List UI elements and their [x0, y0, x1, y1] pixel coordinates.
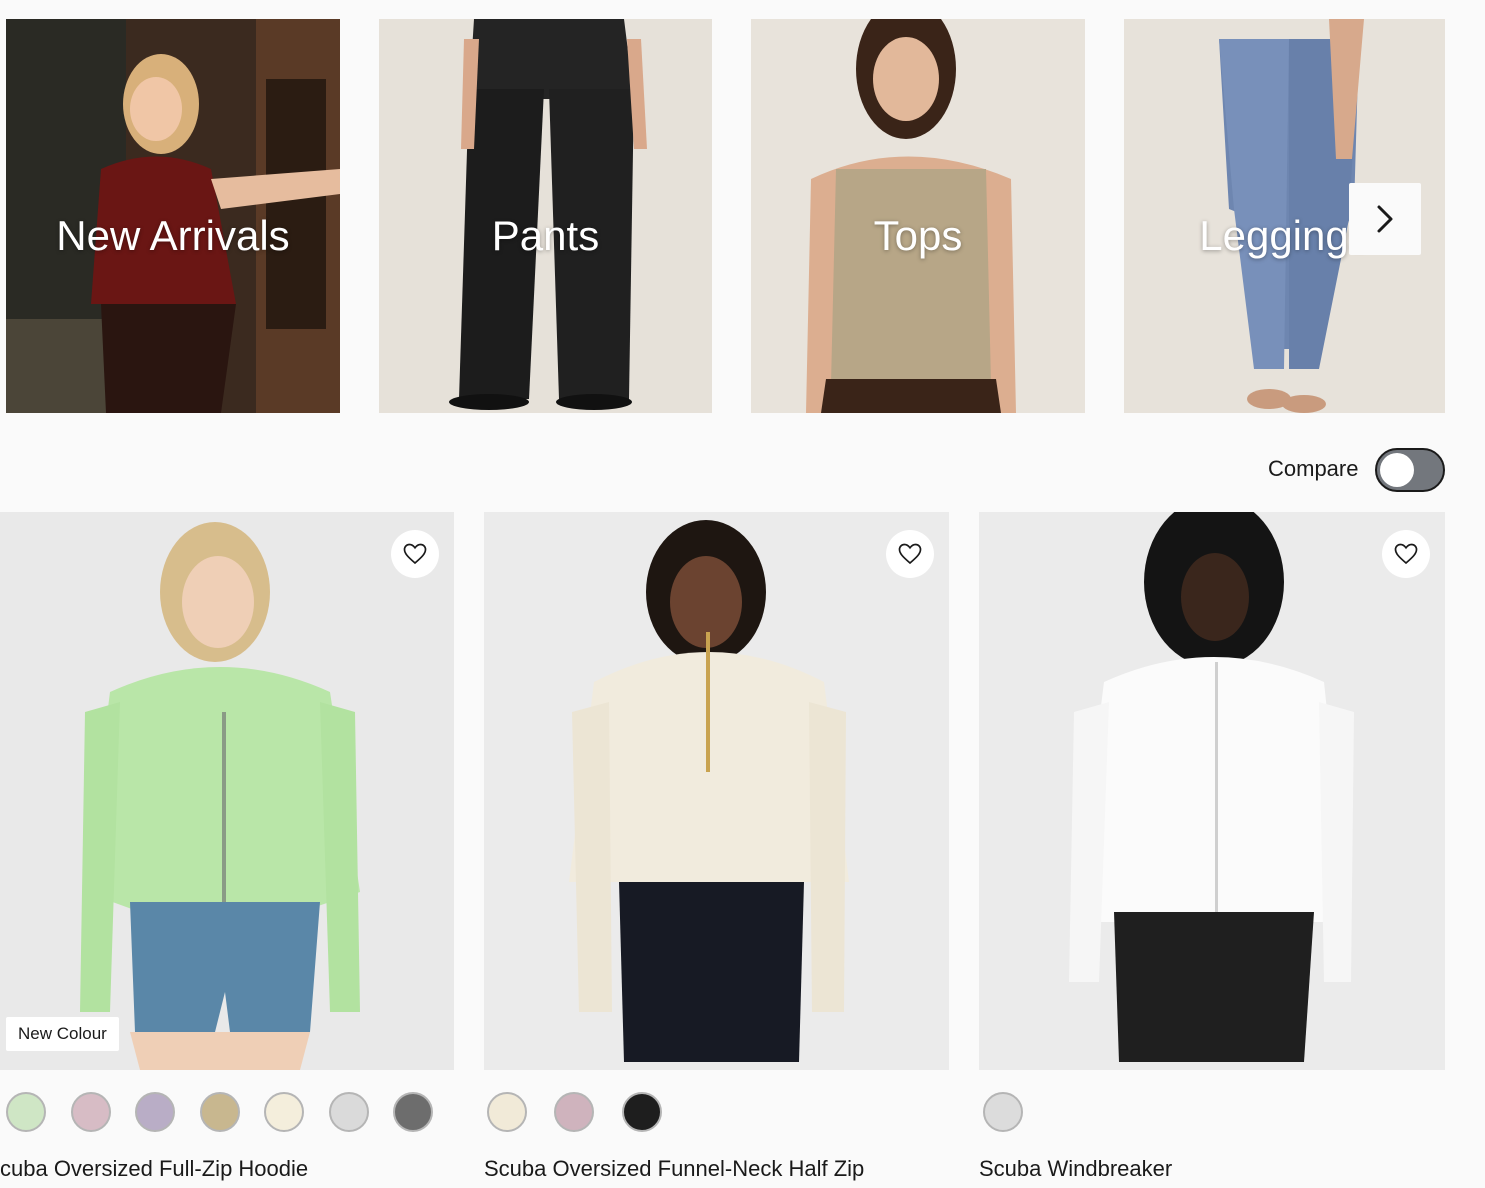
product-photo-hoodie	[0, 512, 454, 1070]
category-tile-pants[interactable]: Pants	[379, 19, 712, 413]
product-name[interactable]: Scuba Oversized Funnel-Neck Half Zip	[484, 1156, 864, 1182]
category-label: Tops	[873, 212, 963, 259]
color-swatch[interactable]	[329, 1092, 369, 1132]
color-swatch[interactable]	[393, 1092, 433, 1132]
product-photo-half-zip	[484, 512, 949, 1070]
compare-toggle[interactable]	[1375, 448, 1445, 492]
product-photo-windbreaker	[979, 512, 1445, 1070]
category-label: Pants	[491, 212, 600, 259]
category-tile-new-arrivals[interactable]: New Arrivals	[6, 19, 340, 413]
favorite-button[interactable]	[1382, 530, 1430, 578]
compare-label: Compare	[1268, 456, 1359, 481]
carousel-next-button[interactable]	[1349, 183, 1421, 255]
product-image[interactable]	[979, 512, 1445, 1070]
color-swatch[interactable]	[200, 1092, 240, 1132]
toggle-knob	[1380, 453, 1414, 487]
product-name[interactable]: Scuba Windbreaker	[979, 1156, 1172, 1182]
color-swatch[interactable]	[6, 1092, 46, 1132]
color-swatch[interactable]	[135, 1092, 175, 1132]
color-swatch[interactable]	[622, 1092, 662, 1132]
heart-icon	[1394, 543, 1418, 565]
new-colour-badge: New Colour	[6, 1017, 119, 1051]
heart-icon	[403, 543, 427, 565]
color-swatch[interactable]	[487, 1092, 527, 1132]
color-swatch[interactable]	[983, 1092, 1023, 1132]
product-image[interactable]	[484, 512, 949, 1070]
product-image[interactable]	[0, 512, 454, 1070]
chevron-right-icon	[1377, 205, 1393, 233]
color-swatch[interactable]	[71, 1092, 111, 1132]
category-label: New Arrivals	[56, 212, 290, 259]
category-tile-tops[interactable]: Tops	[751, 19, 1085, 413]
color-swatch[interactable]	[264, 1092, 304, 1132]
favorite-button[interactable]	[391, 530, 439, 578]
color-swatch[interactable]	[554, 1092, 594, 1132]
favorite-button[interactable]	[886, 530, 934, 578]
product-name[interactable]: cuba Oversized Full-Zip Hoodie	[0, 1156, 308, 1182]
heart-icon	[898, 543, 922, 565]
